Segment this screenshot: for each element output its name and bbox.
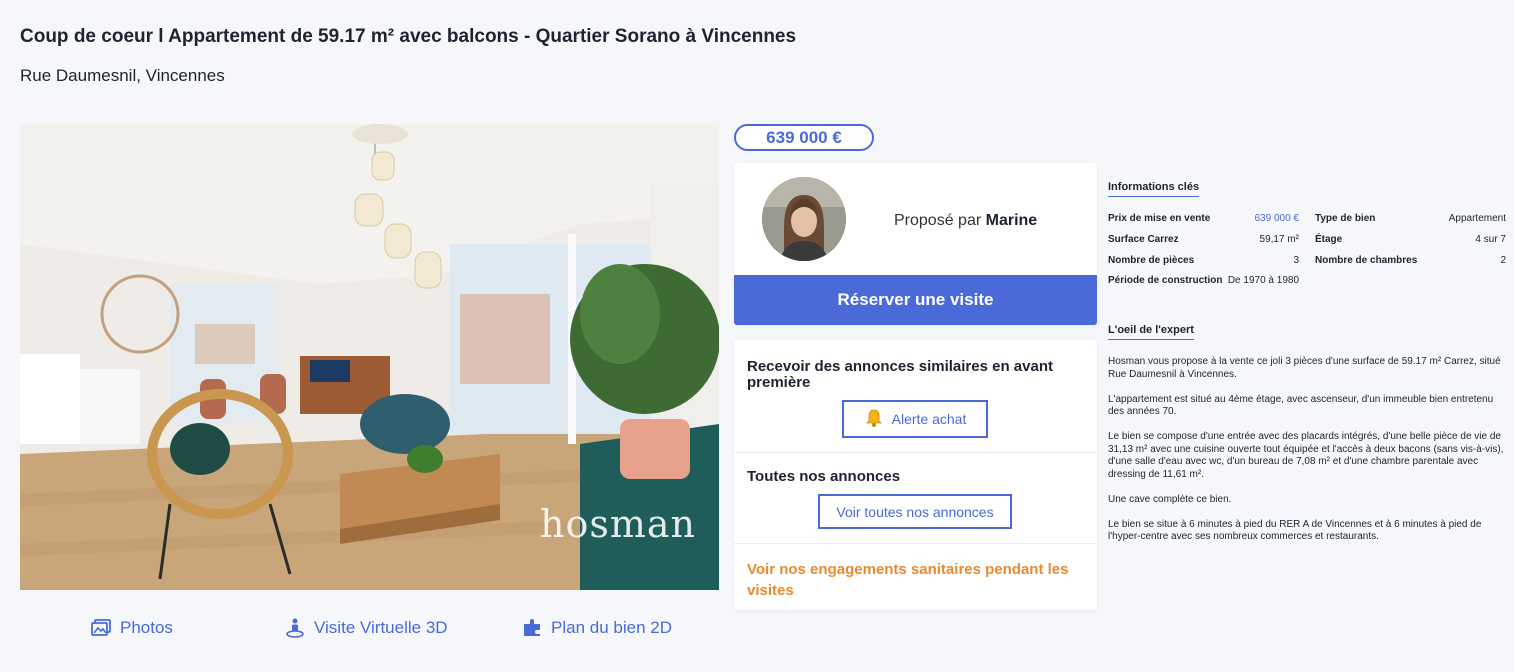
view-all-listings-button[interactable]: Voir toutes nos annonces (818, 494, 1012, 529)
info-value: 2 (1500, 255, 1506, 266)
info-row-type: Type de bien Appartement (1315, 213, 1506, 227)
purchase-alert-label: Alerte achat (891, 411, 967, 427)
divider (734, 543, 1097, 544)
alerts-card: Recevoir des annonces similaires en avan… (734, 340, 1097, 610)
info-row-rooms: Nombre de pièces 3 (1108, 255, 1299, 269)
page-title: Coup de coeur l Appartement de 59.17 m² … (20, 26, 797, 47)
sanitary-commitments-link[interactable]: Voir nos engagements sanitaires pendant … (747, 559, 1087, 601)
expert-paragraph: Hosman vous propose à la vente ce joli 3… (1108, 356, 1501, 380)
tab-photos-label: Photos (120, 618, 173, 637)
agent-avatar (762, 177, 846, 261)
expert-heading: L'oeil de l'expert (1108, 324, 1194, 340)
similar-listings-title: Recevoir des annonces similaires en avan… (747, 358, 1053, 391)
price-badge: 639 000 € (734, 124, 874, 151)
info-value: 639 000 € (1254, 213, 1300, 224)
info-label: Prix de mise en vente (1108, 213, 1211, 224)
listing-photo[interactable]: hosman (20, 124, 719, 590)
all-listings-title: Toutes nos annonces (747, 468, 901, 485)
tab-floor-plan[interactable]: Plan du bien 2D (521, 617, 672, 639)
expert-description: Hosman vous propose à la vente ce joli 3… (1108, 356, 1506, 556)
expert-paragraph: L'appartement est situé au 4ème étage, a… (1108, 393, 1494, 418)
info-row-surface: Surface Carrez 59,17 m² (1108, 234, 1299, 248)
listing-address: Rue Daumesnil, Vincennes (20, 66, 225, 85)
agent-card: Proposé par Marine Réserver une visite (734, 163, 1097, 325)
info-value: 4 sur 7 (1475, 234, 1506, 245)
photos-icon (90, 617, 112, 639)
virtual-visit-icon (284, 617, 306, 639)
info-label: Nombre de pièces (1108, 255, 1195, 266)
purchase-alert-button[interactable]: Alerte achat (842, 400, 988, 438)
key-info-heading: Informations clés (1108, 181, 1200, 197)
info-label: Surface Carrez (1108, 234, 1179, 245)
agent-name: Marine (985, 212, 1038, 229)
tab-photos[interactable]: Photos (90, 617, 173, 639)
info-value: De 1970 à 1980 (1227, 275, 1299, 286)
key-info-panel: Informations clés Prix de mise en vente … (1108, 177, 1506, 542)
info-row-floor: Étage 4 sur 7 (1315, 234, 1506, 248)
expert-paragraph: Le bien se situe à 6 minutes à pied du R… (1108, 518, 1482, 543)
info-label: Nombre de chambres (1315, 255, 1418, 266)
info-label: Étage (1315, 234, 1343, 245)
info-row-construction: Période de construction De 1970 à 1980 (1108, 275, 1299, 289)
info-label: Période de construction (1108, 275, 1223, 286)
info-value: Appartement (1448, 213, 1506, 224)
tab-virtual-visit[interactable]: Visite Virtuelle 3D (284, 617, 448, 639)
info-value: 3 (1293, 255, 1299, 266)
info-row-price: Prix de mise en vente 639 000 € (1108, 213, 1299, 227)
divider (734, 452, 1097, 453)
expert-paragraph: Une cave complète ce bien. (1108, 493, 1232, 505)
bell-icon (864, 408, 884, 431)
listing-page: Coup de coeur l Appartement de 59.17 m² … (0, 0, 1506, 672)
book-visit-button[interactable]: Réserver une visite (734, 275, 1097, 325)
expert-paragraph: Le bien se compose d'une entrée avec des… (1108, 431, 1504, 480)
info-row-bedrooms: Nombre de chambres 2 (1315, 255, 1506, 269)
tab-virtual-visit-label: Visite Virtuelle 3D (314, 618, 448, 637)
proposed-by-prefix: Proposé par (894, 212, 982, 229)
info-label: Type de bien (1315, 213, 1376, 224)
proposed-by: Proposé par Marine (894, 212, 1037, 230)
floor-plan-icon (521, 617, 543, 639)
hosman-watermark: hosman (540, 502, 697, 546)
info-value: 59,17 m² (1259, 234, 1299, 245)
tab-floor-plan-label: Plan du bien 2D (551, 618, 672, 637)
